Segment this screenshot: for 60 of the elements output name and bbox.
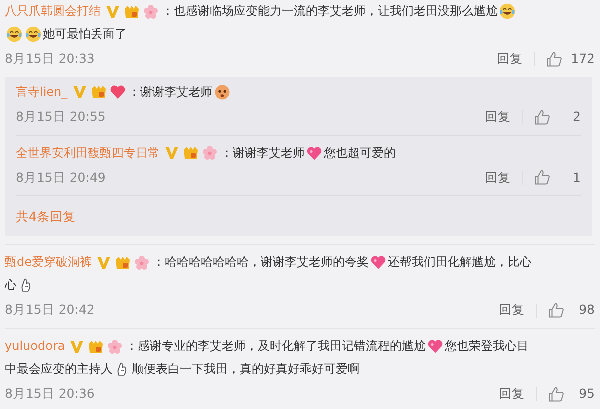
heart-icon	[370, 254, 387, 272]
flower-icon	[107, 338, 124, 354]
reply-button[interactable]: 回复	[485, 108, 511, 126]
flower-icon	[202, 145, 218, 161]
comment-text: 心	[5, 277, 17, 294]
username[interactable]: 八只爪韩圆会打结	[5, 0, 101, 23]
reply-button[interactable]: 回复	[499, 301, 525, 320]
comment-text: ：谢谢李艾老师	[128, 84, 213, 101]
verified-icon	[96, 254, 112, 271]
heart-icon	[110, 84, 126, 100]
comment-text: 您也荣登我心目	[445, 338, 530, 355]
laughing-emoji-icon	[25, 26, 42, 43]
thumbs-up-icon[interactable]	[548, 302, 565, 320]
timestamp: 8月15日 20:42	[5, 301, 95, 320]
like-count: 95	[578, 385, 595, 403]
thumbs-up-icon[interactable]	[534, 108, 551, 126]
verified-icon	[69, 338, 86, 354]
thumbs-up-icon[interactable]	[546, 50, 564, 68]
flower-icon	[143, 4, 159, 20]
heart-icon	[306, 144, 323, 162]
member-badge-icon	[115, 254, 131, 271]
member-badge-icon	[183, 145, 199, 161]
thumbs-up-icon[interactable]	[548, 386, 565, 403]
reply-button[interactable]: 回复	[499, 385, 525, 404]
more-replies-link[interactable]: 共4条回复	[16, 208, 76, 227]
username[interactable]: 全世界安利田馥甄四专日常	[16, 142, 160, 164]
thumbs-up-icon[interactable]	[534, 169, 551, 186]
heart-icon	[427, 338, 444, 355]
laughing-emoji-icon	[499, 3, 516, 20]
comment-text: 中最会应变的主持人	[5, 361, 113, 378]
username[interactable]: yuluodora	[5, 335, 66, 358]
reply-button[interactable]: 回复	[497, 50, 524, 69]
like-count: 2	[572, 108, 581, 126]
username[interactable]: 甄de爱穿破洞裤	[5, 251, 92, 274]
comment-text: 顺便表白一下我田，真的好真好乖好可爱啊	[132, 361, 360, 378]
comment-text: 她可最怕丢面了	[43, 26, 127, 43]
timestamp: 8月15日 20:33	[5, 50, 95, 68]
like-count: 1	[572, 168, 581, 186]
comment-text: 还帮我们田化解尴尬，比心	[388, 254, 532, 272]
comment-text: ：也感谢临场应变能力一流的李艾老师，让我们老田没那么尴尬	[162, 3, 498, 20]
comment-text: ：谢谢李艾老师	[221, 144, 305, 162]
timestamp: 8月15日 20:49	[16, 168, 106, 186]
laughing-emoji-icon	[6, 26, 23, 43]
timestamp: 8月15日 20:36	[5, 385, 95, 403]
like-count: 98	[578, 301, 595, 320]
comment-text: ：哈哈哈哈哈哈哈，谢谢李艾老师的夸奖	[153, 254, 369, 272]
member-badge-icon	[88, 338, 104, 354]
like-count: 172	[571, 50, 595, 68]
verified-icon	[72, 84, 88, 100]
comment-text: 您也超可爱的	[324, 144, 396, 162]
face-emoji-icon	[214, 84, 231, 101]
member-badge-icon	[124, 4, 140, 20]
flower-icon	[134, 254, 150, 271]
verified-icon	[105, 4, 121, 20]
reply-button[interactable]: 回复	[485, 168, 511, 188]
comment-text: ：感谢专业的李艾老师，及时化解了我田记错流程的尴尬	[126, 338, 426, 355]
username[interactable]: 言寺lien_	[16, 80, 68, 104]
member-badge-icon	[90, 84, 107, 100]
verified-icon	[164, 145, 180, 161]
timestamp: 8月15日 20:55	[16, 108, 106, 126]
